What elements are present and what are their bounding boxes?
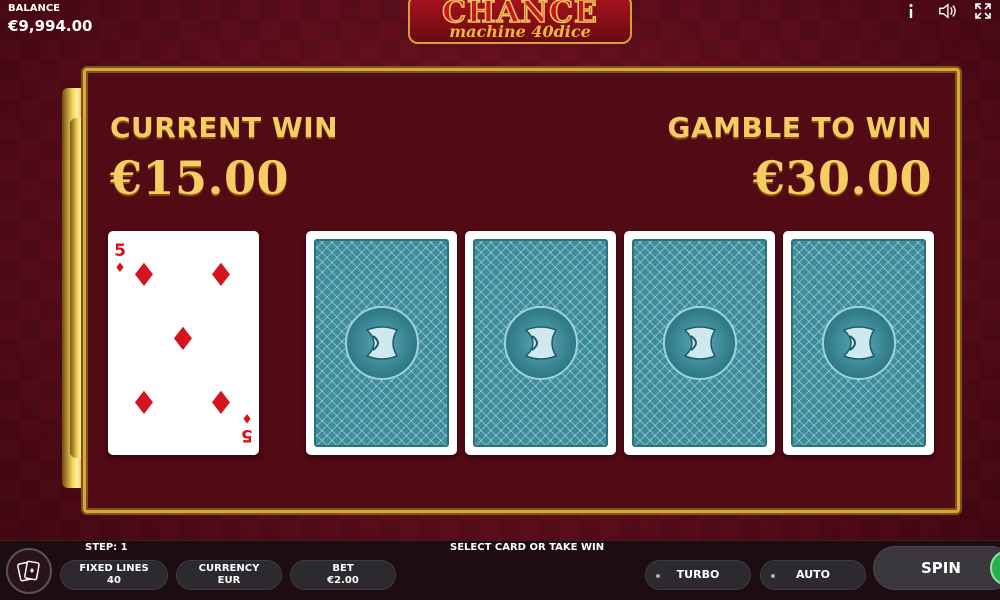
current-win-label: CURRENT WIN [110,111,339,144]
dealer-card: 5 ♦ ♦ ♦ ♦ ♦ ♦ 5 ♦ [108,231,259,455]
bet-value: €2.00 [327,575,359,586]
current-win-value: €15.00 [110,151,290,205]
currency-label: CURRENCY [198,563,260,574]
info-icon[interactable] [902,2,920,20]
face-down-card-1[interactable] [306,231,457,455]
bet-button[interactable]: BET €2.00 [290,560,396,590]
turbo-label: TURBO [676,568,720,581]
diamond-icon: ♦ [206,256,236,294]
card-emblem-icon [821,306,896,380]
fixed-lines-label: FIXED LINES [79,563,149,574]
diamond-icon: ♦ [129,384,159,422]
top-controls [902,2,992,20]
spin-label: SPIN [921,559,961,577]
card-corner-bottom: 5 ♦ [240,409,254,445]
card-emblem-icon [503,306,578,380]
card-rank: 5 [114,241,126,261]
face-down-card-2[interactable] [465,231,616,455]
cards-icon [17,560,40,582]
sound-icon[interactable] [938,2,956,20]
diamond-icon: ♦ [129,256,159,294]
gamble-to-win-value: €30.00 [752,151,932,205]
card-emblem-icon [344,306,419,380]
status-message: SELECT CARD OR TAKE WIN [450,542,605,553]
gamble-panel: CURRENT WIN €15.00 GAMBLE TO WIN €30.00 … [83,68,960,513]
auto-label: AUTO [796,568,830,581]
card-emblem-icon [662,306,737,380]
game-logo: CHANCE machine 40dice [408,0,632,44]
card-rank: 5 [241,425,253,445]
diamond-icon: ♦ [206,384,236,422]
auto-button[interactable]: AUTO [760,560,866,590]
balance-display: BALANCE €9,994.00 [8,3,92,35]
balance-label: BALANCE [8,3,61,14]
fixed-lines-button[interactable]: FIXED LINES 40 [60,560,168,590]
logo-subtitle: machine 40dice [449,22,591,41]
paytable-button[interactable] [6,548,52,594]
face-down-card-3[interactable] [624,231,775,455]
currency-button[interactable]: CURRENCY EUR [176,560,282,590]
diamond-icon: ♦ [168,320,198,358]
currency-value: EUR [217,575,241,586]
fullscreen-icon[interactable] [974,2,992,20]
fixed-lines-value: 40 [107,575,121,586]
spin-button[interactable]: SPIN [873,546,1000,590]
turbo-button[interactable]: TURBO [645,560,751,590]
face-down-card-4[interactable] [783,231,934,455]
toggle-dot-icon [656,574,660,578]
gamble-step: STEP: 1 [85,542,128,553]
balance-value: €9,994.00 [8,17,93,35]
card-corner-top: 5 ♦ [113,243,127,277]
diamond-icon: ♦ [114,261,126,276]
toggle-dot-icon [771,574,775,578]
diamond-icon: ♦ [241,410,253,425]
bet-label: BET [332,563,354,574]
gamble-to-win-label: GAMBLE TO WIN [667,111,932,144]
